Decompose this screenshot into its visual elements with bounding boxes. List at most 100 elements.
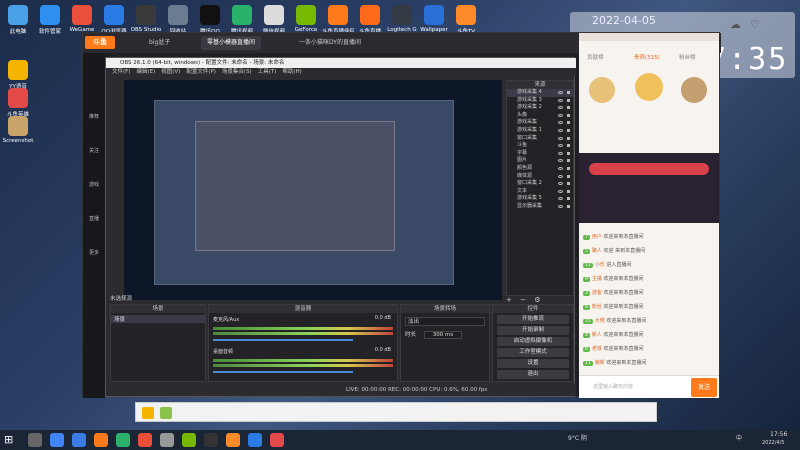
lock-icon[interactable]	[567, 189, 570, 193]
sidebar-item-3[interactable]: 游戏	[83, 181, 105, 195]
desktop-icon[interactable]: WeGame	[66, 0, 98, 33]
taskbar-app-icon[interactable]	[226, 433, 240, 447]
douyu-tab-1[interactable]: big盆子	[143, 36, 176, 50]
eye-icon[interactable]	[558, 197, 563, 201]
desktop-icon[interactable]: 斗鱼直播伴侣	[322, 0, 354, 35]
toolbar-app-icon-2[interactable]	[160, 407, 172, 419]
obs-menu-item[interactable]: 视图(V)	[161, 69, 180, 75]
eye-icon[interactable]	[558, 113, 563, 117]
taskbar-app-icon[interactable]	[248, 433, 262, 447]
lock-icon[interactable]	[567, 144, 570, 148]
sidebar-item-4[interactable]: 直播	[83, 215, 105, 229]
eye-icon[interactable]	[558, 121, 563, 125]
chat-username[interactable]: 游客	[592, 290, 602, 296]
lock-icon[interactable]	[567, 98, 570, 102]
lock-icon[interactable]	[567, 151, 570, 155]
chat-username[interactable]: 小乐	[595, 262, 605, 268]
obs-menu-item[interactable]: 帮助(H)	[282, 69, 301, 75]
sidebar-item-1[interactable]: 推荐	[83, 113, 105, 127]
control-button[interactable]: 设置	[497, 359, 569, 368]
sidebar-item-2[interactable]: 关注	[83, 147, 105, 161]
fan-avatar-1[interactable]	[589, 77, 615, 103]
desktop-icon[interactable]: 腾讯QQ	[194, 0, 226, 35]
taskbar-time[interactable]: 17:56	[770, 431, 787, 438]
lock-icon[interactable]	[567, 159, 570, 163]
desktop-icon[interactable]: Screenshot	[2, 111, 34, 144]
taskbar-app-icon[interactable]	[94, 433, 108, 447]
desktop-icon[interactable]: 回收站	[162, 0, 194, 35]
lock-icon[interactable]	[567, 166, 570, 170]
chat-username[interactable]: 萌新	[595, 360, 605, 366]
lock-icon[interactable]	[567, 128, 570, 132]
gear-icon[interactable]: ⚙	[534, 296, 540, 304]
desktop-icon[interactable]: 斗鱼TV	[450, 0, 482, 35]
eye-icon[interactable]	[558, 144, 563, 148]
lock-icon[interactable]	[567, 121, 570, 125]
desktop-icon[interactable]: Logitech G	[386, 0, 418, 33]
taskbar-date[interactable]: 2022/4/5	[762, 440, 784, 446]
desktop-icon[interactable]: 软件管家	[34, 0, 66, 35]
scene-item[interactable]: 场景	[111, 315, 205, 323]
chat-username[interactable]: 用户	[592, 234, 602, 240]
chat-username[interactable]: 老铁	[592, 346, 602, 352]
lock-icon[interactable]	[567, 91, 570, 94]
source-item[interactable]: 颜色源	[507, 165, 573, 173]
toolbar-app-icon[interactable]	[142, 407, 154, 419]
eye-icon[interactable]	[558, 151, 563, 155]
mic-volume-slider[interactable]	[213, 339, 353, 341]
eye-icon[interactable]	[558, 189, 563, 193]
eye-icon[interactable]	[558, 166, 563, 170]
add-source-icon[interactable]: +	[506, 296, 512, 304]
sidebar-item-5[interactable]: 更多	[83, 249, 105, 263]
lock-icon[interactable]	[567, 197, 570, 201]
duration-input[interactable]: 300 ms	[423, 331, 463, 339]
obs-menu-item[interactable]: 文件(F)	[112, 69, 130, 75]
chat-username[interactable]: 大佬	[595, 318, 605, 324]
taskbar-lang[interactable]: 中	[736, 433, 742, 442]
desktop-icon[interactable]: GeForce	[290, 0, 322, 33]
chat-username[interactable]: 新人	[592, 332, 602, 338]
chat-username[interactable]: 粉丝	[592, 304, 602, 310]
obs-menu-item[interactable]: 工具(T)	[258, 69, 277, 75]
obs-preview[interactable]	[124, 80, 502, 300]
douyu-tab-2[interactable]: 零基小模器直播间	[201, 36, 262, 50]
control-button[interactable]: 开始推流	[497, 315, 569, 324]
transition-select[interactable]: 淡出	[405, 317, 485, 326]
taskbar-weather[interactable]: 9°C 阴	[568, 433, 587, 442]
desktop-icon[interactable]: 斗鱼直播	[354, 0, 386, 35]
source-item[interactable]: 媒体源	[507, 173, 573, 181]
desktop-volume-slider[interactable]	[213, 371, 353, 373]
taskbar-app-icon[interactable]	[204, 433, 218, 447]
chat-tab-1[interactable]: 贡献榜	[587, 53, 604, 61]
chat-input[interactable]: 这里输入聊天内容	[593, 382, 683, 393]
eye-icon[interactable]	[558, 182, 563, 186]
eye-icon[interactable]	[558, 106, 563, 110]
source-item[interactable]: 游戏采集 5	[507, 195, 573, 203]
desktop-icon[interactable]: 此电脑	[2, 0, 34, 35]
source-item[interactable]: 游戏采集 2	[507, 104, 573, 112]
desktop-icon[interactable]: OBS Studio	[130, 0, 162, 33]
source-item[interactable]: 显示器采集	[507, 203, 573, 211]
eye-icon[interactable]	[558, 98, 563, 102]
remove-source-icon[interactable]: −	[520, 296, 526, 304]
control-button[interactable]: 工作室模式	[497, 348, 569, 357]
desktop-icon[interactable]: Wallpaper	[418, 0, 450, 33]
lock-icon[interactable]	[567, 106, 570, 110]
source-item[interactable]: 图片	[507, 157, 573, 165]
obs-menu-item[interactable]: 编辑(E)	[136, 69, 155, 75]
taskbar-app-icon[interactable]	[160, 433, 174, 447]
chat-tab-2[interactable]: 贵宾(315)	[634, 53, 660, 61]
lock-icon[interactable]	[567, 182, 570, 186]
desktop-icon[interactable]: 腾讯视频	[226, 0, 258, 35]
taskbar-app-icon[interactable]	[182, 433, 196, 447]
eye-icon[interactable]	[558, 174, 563, 178]
chat-username[interactable]: 路人	[592, 248, 602, 254]
source-item[interactable]: 游戏采集	[507, 119, 573, 127]
taskbar-app-icon[interactable]	[28, 433, 42, 447]
taskbar-app-icon[interactable]	[50, 433, 64, 447]
windows-start-icon[interactable]: ⊞	[4, 433, 18, 447]
control-button[interactable]: 启动虚拟摄像机	[497, 337, 569, 346]
eye-icon[interactable]	[558, 128, 563, 132]
taskbar-app-icon[interactable]	[72, 433, 86, 447]
eye-icon[interactable]	[558, 204, 563, 208]
